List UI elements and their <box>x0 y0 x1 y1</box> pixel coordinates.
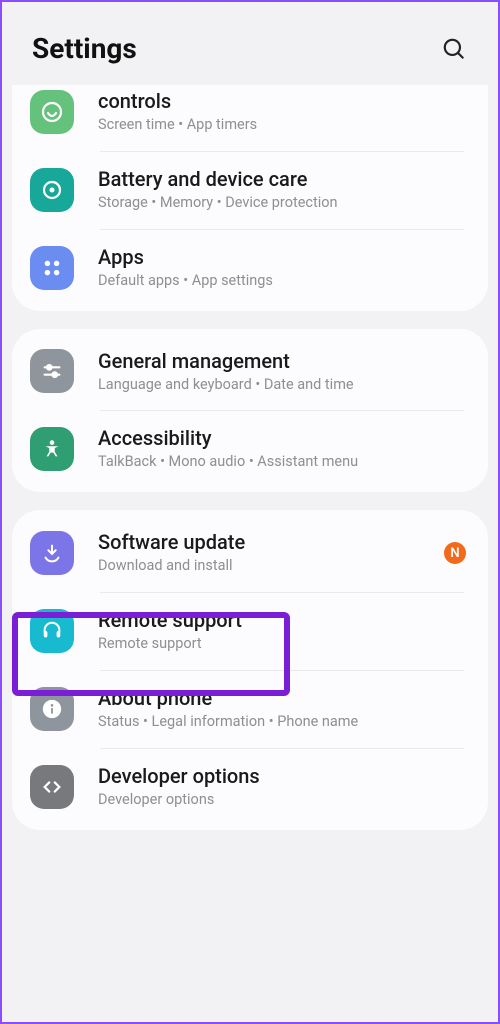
item-text: controls Screen time • App timers <box>98 89 466 135</box>
notification-badge: N <box>444 542 466 564</box>
item-title: General management <box>98 349 466 374</box>
item-text: Developer options Developer options <box>98 764 466 810</box>
item-title: Apps <box>98 245 466 270</box>
page-title: Settings <box>32 32 137 65</box>
item-title: Developer options <box>98 764 466 789</box>
search-button[interactable] <box>440 35 468 63</box>
item-sub: Remote support <box>98 635 466 654</box>
settings-item-controls[interactable]: controls Screen time • App timers <box>12 85 488 151</box>
item-sub: TalkBack • Mono audio • Assistant menu <box>98 453 466 472</box>
item-title: About phone <box>98 686 466 711</box>
item-sub: Default apps • App settings <box>98 272 466 291</box>
item-text: Battery and device care Storage • Memory… <box>98 167 466 213</box>
settings-item-battery[interactable]: Battery and device care Storage • Memory… <box>12 151 488 229</box>
item-text: About phone Status • Legal information •… <box>98 686 466 732</box>
settings-header: Settings <box>2 2 498 85</box>
settings-item-accessibility[interactable]: Accessibility TalkBack • Mono audio • As… <box>12 410 488 488</box>
item-title: Software update <box>98 530 434 555</box>
search-icon <box>441 36 467 62</box>
settings-item-about-phone[interactable]: About phone Status • Legal information •… <box>12 670 488 748</box>
item-sub: Language and keyboard • Date and time <box>98 376 466 395</box>
wellbeing-icon <box>30 90 74 134</box>
item-title: controls <box>98 89 466 114</box>
device-care-icon <box>30 168 74 212</box>
settings-item-apps[interactable]: Apps Default apps • App settings <box>12 229 488 307</box>
item-text: Accessibility TalkBack • Mono audio • As… <box>98 426 466 472</box>
apps-icon <box>30 246 74 290</box>
item-text: Remote support Remote support <box>98 608 466 654</box>
item-sub: Download and install <box>98 557 434 576</box>
item-title: Accessibility <box>98 426 466 451</box>
item-text: Apps Default apps • App settings <box>98 245 466 291</box>
item-sub: Screen time • App timers <box>98 116 466 135</box>
settings-item-remote-support[interactable]: Remote support Remote support <box>12 592 488 670</box>
settings-group: General management Language and keyboard… <box>12 329 488 493</box>
settings-group: controls Screen time • App timers Batter… <box>12 85 488 311</box>
item-sub: Status • Legal information • Phone name <box>98 713 466 732</box>
software-update-icon <box>30 531 74 575</box>
remote-support-icon <box>30 609 74 653</box>
developer-options-icon <box>30 765 74 809</box>
item-text: Software update Download and install <box>98 530 434 576</box>
item-text: General management Language and keyboard… <box>98 349 466 395</box>
settings-item-developer-options[interactable]: Developer options Developer options <box>12 748 488 826</box>
general-icon <box>30 349 74 393</box>
item-title: Battery and device care <box>98 167 466 192</box>
settings-item-software-update[interactable]: Software update Download and install N <box>12 514 488 592</box>
item-sub: Storage • Memory • Device protection <box>98 194 466 213</box>
settings-group: Software update Download and install N R… <box>12 510 488 829</box>
item-title: Remote support <box>98 608 466 633</box>
settings-item-general[interactable]: General management Language and keyboard… <box>12 333 488 411</box>
item-sub: Developer options <box>98 791 466 810</box>
accessibility-icon <box>30 427 74 471</box>
about-phone-icon <box>30 687 74 731</box>
